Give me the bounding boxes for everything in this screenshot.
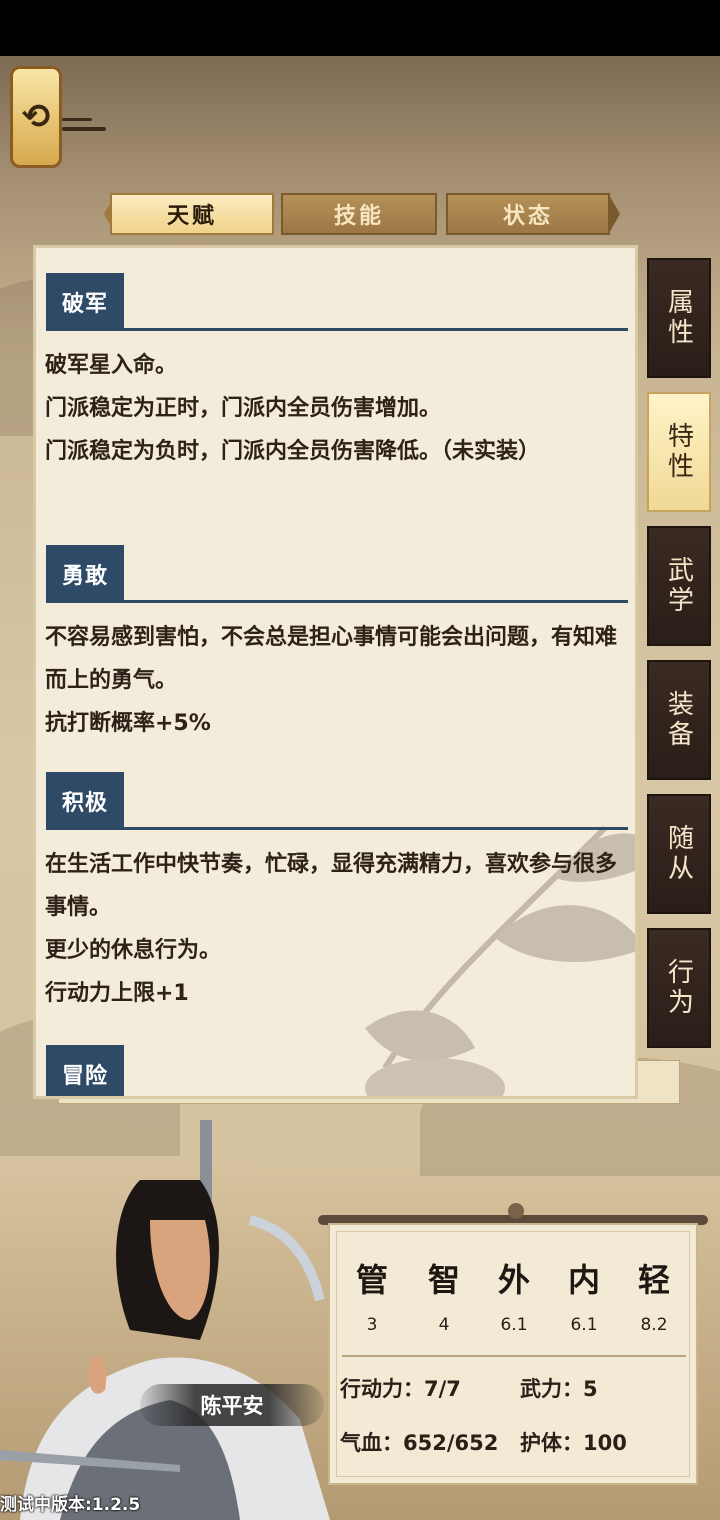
divider [46, 827, 628, 830]
talent-title: 冒险 [46, 1045, 124, 1096]
talent-line: 破军星入命。 [45, 353, 178, 378]
talent-section-header: 破军 [46, 273, 628, 331]
tab-status-label: 状态 [502, 204, 553, 229]
tab-talent-label: 天赋 [166, 204, 217, 229]
talent-section-header: 积极 [46, 772, 628, 830]
hp-stat: 气血：652/652 [340, 1431, 499, 1455]
attribute-value: 6.1 [500, 1315, 528, 1335]
talent-line: 门派稳定为负时，门派内全员伤害降低。（未实装） [45, 439, 541, 464]
attribute-internal: 内 6.1 [554, 1255, 614, 1335]
talent-line: 在生活工作中快节奏，忙碌，显得充满精力，喜欢参与很多事情。 [45, 852, 618, 920]
attribute-external: 外 6.1 [484, 1255, 544, 1335]
attribute-value: 3 [366, 1315, 378, 1335]
talent-section-header: 冒险 [46, 1045, 628, 1096]
talent-description: 在生活工作中快节奏，忙碌，显得充满精力，喜欢参与很多事情。 更少的休息行为。 行… [45, 843, 625, 1015]
side-tab-label: 属性 [663, 288, 694, 348]
attribute-glyph: 智 [427, 1261, 460, 1299]
divider [342, 1355, 686, 1357]
side-tab-label: 特性 [663, 422, 694, 482]
attribute-value: 4 [438, 1315, 450, 1335]
side-tab-martial-arts[interactable]: 武学 [647, 526, 711, 646]
attribute-glyph: 轻 [637, 1261, 670, 1299]
talent-description: 破军星入命。 门派稳定为正时，门派内全员伤害增加。 门派稳定为负时，门派内全员伤… [45, 344, 625, 473]
side-tab-attributes[interactable]: 属性 [647, 258, 711, 378]
side-tab-followers[interactable]: 随从 [647, 794, 711, 914]
tab-skill-label: 技能 [333, 204, 384, 229]
guard-stat: 护体：100 [520, 1431, 627, 1455]
talent-line: 门派稳定为正时，门派内全员伤害增加。 [45, 396, 442, 421]
side-tab-behavior[interactable]: 行为 [647, 928, 711, 1048]
talent-title: 破军 [46, 273, 124, 331]
tab-skill[interactable]: 技能 [281, 193, 437, 235]
back-button-ornament [62, 118, 92, 121]
talent-title: 勇敢 [46, 545, 124, 603]
talent-line: 行动力上限+1 [45, 981, 189, 1006]
side-tab-label: 武学 [663, 556, 694, 616]
status-bar [0, 0, 720, 56]
side-tab-label: 行为 [663, 958, 694, 1018]
tab-talent[interactable]: 天赋 [110, 193, 274, 235]
attribute-glyph: 内 [567, 1261, 600, 1299]
talent-line: 不容易感到害怕，不会总是担心事情可能会出问题，有知难而上的勇气。 [45, 625, 618, 693]
back-arrow-icon: ⟲ [21, 97, 51, 137]
character-portrait [0, 1120, 330, 1520]
side-tab-label: 装备 [663, 690, 694, 750]
talent-section-header: 勇敢 [46, 545, 628, 603]
tab-bar-right-cap [608, 193, 620, 235]
attribute-glyph: 管 [355, 1261, 388, 1299]
talent-description: 不容易感到害怕，不会总是担心事情可能会出问题，有知难而上的勇气。 抗打断概率+5… [45, 616, 625, 745]
action-power-stat: 行动力：7/7 [340, 1377, 461, 1401]
martial-power-stat: 武力：5 [520, 1377, 598, 1401]
divider [46, 600, 628, 603]
back-button-ornament [62, 127, 106, 131]
character-name: 陈平安 [200, 1394, 264, 1418]
scroll-knob [508, 1203, 524, 1219]
tab-status[interactable]: 状态 [446, 193, 610, 235]
attribute-value: 8.2 [640, 1315, 668, 1335]
side-tab-traits[interactable]: 特性 [647, 392, 711, 512]
back-button[interactable]: ⟲ [10, 66, 62, 168]
side-tab-label: 随从 [663, 824, 694, 884]
talent-line: 更少的休息行为。 [45, 938, 222, 963]
attribute-glyph: 外 [497, 1261, 530, 1299]
character-stats-card: 管 3 智 4 外 6.1 内 6.1 轻 8.2 行动力：7/7 武力：5 气… [328, 1223, 698, 1485]
talent-title: 积极 [46, 772, 124, 830]
divider [46, 328, 628, 331]
attribute-manage: 管 3 [342, 1255, 402, 1335]
character-name-plate: 陈平安 [140, 1384, 324, 1426]
attribute-agility: 轻 8.2 [624, 1255, 684, 1335]
attribute-value: 6.1 [570, 1315, 598, 1335]
talent-line: 抗打断概率+5% [45, 711, 211, 736]
attribute-wisdom: 智 4 [414, 1255, 474, 1335]
side-tab-equipment[interactable]: 装备 [647, 660, 711, 780]
talent-list-panel[interactable]: 破军 破军星入命。 门派稳定为正时，门派内全员伤害增加。 门派稳定为负时，门派内… [33, 245, 638, 1099]
version-label: 测试中版本:1.2.5 [0, 1495, 141, 1515]
